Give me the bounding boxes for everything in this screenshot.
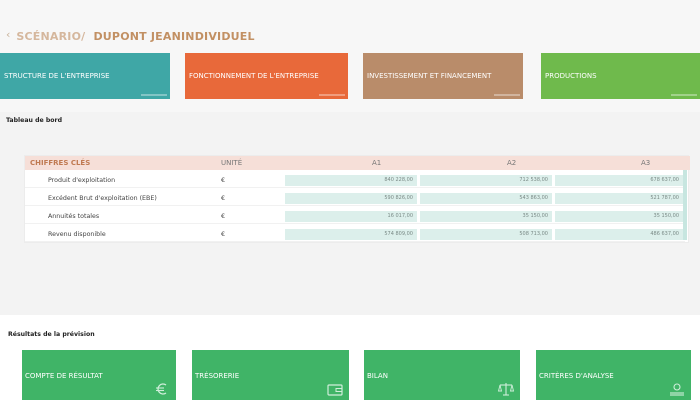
criteres-analyse-button[interactable]: CRITÈRES D'ANALYSE: [536, 350, 691, 400]
row-unit: €: [221, 213, 226, 220]
tab-investissement[interactable]: INVESTISSEMENT ET FINANCEMENT: [363, 53, 523, 99]
tab-productions[interactable]: PRODUCTIONS: [541, 53, 700, 99]
value-a2: 508 713,00: [420, 229, 552, 240]
row-unit: €: [221, 231, 226, 238]
table-scrollbar[interactable]: [683, 170, 687, 240]
tab-label: INVESTISSEMENT ET FINANCEMENT: [367, 72, 492, 80]
wallet-icon: [327, 384, 343, 396]
card-label: BILAN: [367, 372, 388, 380]
table-row: Annuités totales € 16 017,00 35 150,00 3…: [25, 209, 685, 224]
table-row: Produit d'exploitation € 840 228,00 712 …: [25, 173, 685, 188]
tresorerie-button[interactable]: TRÉSORERIE: [192, 350, 349, 400]
scenario-prefix: SCÉNARIO/: [16, 29, 86, 43]
table-header: CHIFFRES CLÉS UNITÉ A1 A2 A3: [25, 156, 690, 170]
results-panel: Résultats de la prévision COMPTE DE RÉSU…: [0, 315, 700, 408]
back-chevron-icon[interactable]: ‹: [6, 29, 10, 40]
tab-label: STRUCTURE DE L'ENTREPRISE: [4, 72, 110, 80]
value-a3: 521 787,00: [555, 193, 683, 204]
row-label: Revenu disponible: [48, 231, 106, 238]
bilan-button[interactable]: BILAN: [364, 350, 520, 400]
tab-label: PRODUCTIONS: [545, 72, 597, 80]
compte-de-resultat-button[interactable]: COMPTE DE RÉSULTAT: [22, 350, 176, 400]
scenario-name: DUPONT JEANINDIVIDUEL: [93, 29, 255, 43]
header-a2: A2: [507, 159, 517, 167]
row-label: Annuités totales: [48, 213, 100, 220]
row-unit: €: [221, 177, 226, 184]
value-a1: 16 017,00: [285, 211, 417, 222]
card-label: COMPTE DE RÉSULTAT: [25, 372, 103, 380]
breadcrumb: ‹ SCÉNARIO/ DUPONT JEANINDIVIDUEL: [6, 26, 255, 43]
header-key: CHIFFRES CLÉS: [30, 159, 91, 167]
euro-icon: [156, 383, 167, 395]
row-label: Produit d'exploitation: [48, 177, 116, 184]
header-unit: UNITÉ: [221, 159, 243, 167]
value-a3: 35 150,00: [555, 211, 683, 222]
row-label: Excédent Brut d'exploitation (EBE): [48, 195, 157, 202]
balance-scale-icon: [498, 383, 514, 396]
value-a3: 486 637,00: [555, 229, 683, 240]
value-a1: 574 809,00: [285, 229, 417, 240]
header-a3: A3: [641, 159, 651, 167]
tab-fonctionnement[interactable]: FONCTIONNEMENT DE L'ENTREPRISE: [185, 53, 348, 99]
value-a3: 678 637,00: [555, 175, 683, 186]
tab-structure[interactable]: STRUCTURE DE L'ENTREPRISE: [0, 53, 170, 99]
analysis-icon: [670, 383, 684, 396]
results-title: Résultats de la prévision: [8, 331, 95, 338]
value-a2: 543 863,00: [420, 193, 552, 204]
table-row: Excédent Brut d'exploitation (EBE) € 590…: [25, 191, 685, 206]
row-unit: €: [221, 195, 226, 202]
dashboard-title: Tableau de bord: [6, 117, 63, 124]
value-a1: 840 228,00: [285, 175, 417, 186]
value-a2: 35 150,00: [420, 211, 552, 222]
value-a1: 590 826,00: [285, 193, 417, 204]
tab-label: FONCTIONNEMENT DE L'ENTREPRISE: [189, 72, 319, 80]
table-row: Revenu disponible € 574 809,00 508 713,0…: [25, 227, 685, 242]
value-a2: 712 538,00: [420, 175, 552, 186]
key-figures-table: CHIFFRES CLÉS UNITÉ A1 A2 A3 Produit d'e…: [24, 155, 690, 243]
card-label: TRÉSORERIE: [195, 372, 240, 380]
section-tabs: STRUCTURE DE L'ENTREPRISE FONCTIONNEMENT…: [0, 53, 700, 99]
header-a1: A1: [372, 159, 382, 167]
card-label: CRITÈRES D'ANALYSE: [539, 372, 614, 380]
